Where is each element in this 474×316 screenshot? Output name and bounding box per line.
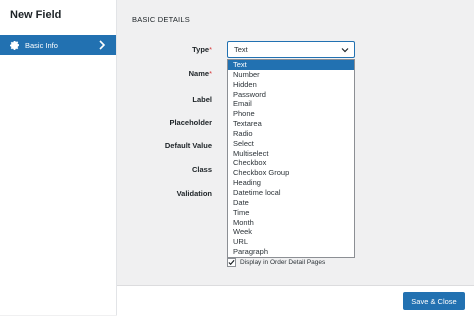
- type-option-select[interactable]: Select: [228, 139, 354, 149]
- type-option-phone[interactable]: Phone: [228, 109, 354, 119]
- sidebar-item-label: Basic Info: [25, 40, 58, 50]
- chevron-right-icon: [98, 40, 106, 50]
- type-dropdown-list: Text Number Hidden Password Email Phone …: [227, 59, 355, 258]
- name-label-text: Name: [188, 69, 210, 78]
- type-select-value: Text: [234, 45, 248, 54]
- display-in-order-detail-label: Display in Order Detail Pages: [240, 259, 326, 266]
- save-close-button[interactable]: Save & Close: [403, 292, 465, 310]
- display-in-order-detail-row: Display in Order Detail Pages: [227, 258, 325, 267]
- type-option-week[interactable]: Week: [228, 227, 354, 237]
- required-mark: *: [209, 45, 212, 54]
- type-option-time[interactable]: Time: [228, 208, 354, 218]
- type-option-textarea[interactable]: Textarea: [228, 119, 354, 129]
- type-option-radio[interactable]: Radio: [228, 129, 354, 139]
- type-option-checkbox[interactable]: Checkbox: [228, 158, 354, 168]
- type-option-hidden[interactable]: Hidden: [228, 80, 354, 90]
- type-label-text: Type: [192, 45, 210, 54]
- default-value-label: Default Value: [164, 141, 212, 150]
- type-label: Type*: [192, 45, 212, 54]
- display-in-order-detail-checkbox[interactable]: [227, 258, 236, 267]
- type-option-heading[interactable]: Heading: [228, 178, 354, 188]
- type-option-date[interactable]: Date: [228, 198, 354, 208]
- sidebar-item-basic-info[interactable]: Basic Info: [0, 35, 116, 55]
- type-select[interactable]: Text: [227, 41, 355, 58]
- class-label: Class: [191, 165, 212, 174]
- type-option-number[interactable]: Number: [228, 70, 354, 80]
- type-option-url[interactable]: URL: [228, 237, 354, 247]
- modal-title: New Field: [10, 9, 62, 21]
- type-option-text[interactable]: Text: [228, 60, 354, 70]
- type-option-month[interactable]: Month: [228, 218, 354, 228]
- type-option-datetime-local[interactable]: Datetime local: [228, 188, 354, 198]
- required-mark: *: [209, 69, 212, 78]
- label-label: Label: [192, 95, 212, 104]
- validation-label: Validation: [176, 189, 212, 198]
- section-title: BASIC DETAILS: [132, 15, 190, 24]
- type-option-multiselect[interactable]: Multiselect: [228, 149, 354, 159]
- gear-icon: [10, 40, 20, 50]
- placeholder-label: Placeholder: [169, 118, 212, 127]
- sidebar: New Field Basic Info: [0, 0, 117, 315]
- chevron-down-icon: [341, 46, 349, 54]
- type-option-email[interactable]: Email: [228, 99, 354, 109]
- type-option-password[interactable]: Password: [228, 90, 354, 100]
- checkmark-icon: [228, 259, 235, 266]
- type-option-paragraph[interactable]: Paragraph: [228, 247, 354, 257]
- type-option-checkbox-group[interactable]: Checkbox Group: [228, 168, 354, 178]
- name-label: Name*: [189, 69, 212, 78]
